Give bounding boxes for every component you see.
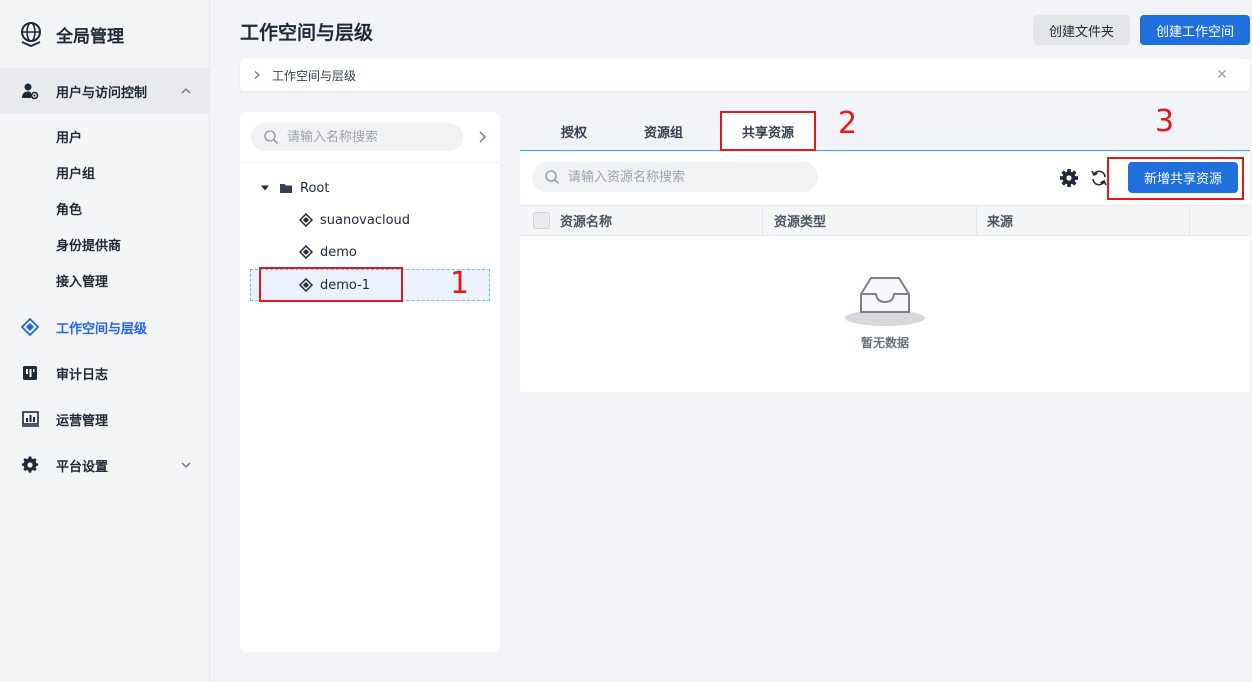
sidebar-title: 全局管理 [56,26,124,47]
tree-search-box[interactable] [251,123,463,151]
column-header-resource-name[interactable]: 资源名称 [560,206,612,235]
close-icon[interactable]: ✕ [1214,67,1230,83]
sidebar-item-label: 运营管理 [56,413,109,429]
create-workspace-button[interactable]: 创建工作空间 [1140,15,1250,45]
annotation-box [720,111,816,151]
sidebar-item-identity-providers[interactable]: 身份提供商 [0,226,209,262]
sidebar: 全局管理 用户与访问控制 用户 用户组 角色 身份提供商 接入管理 工作空间与层… [0,0,210,682]
empty-state-text: 暂无数据 [860,336,909,350]
tree-node-workspace[interactable]: suanovacloud [299,206,410,234]
caret-down-icon[interactable] [260,183,270,193]
annotation-number: 3 [1155,104,1175,139]
workspace-icon [299,245,313,259]
sidebar-item-platform-settings[interactable]: 平台设置 [0,442,209,488]
empty-state: 暂无数据 [840,272,930,351]
refresh-icon[interactable] [1089,168,1109,188]
annotation-number: 1 [450,266,470,301]
annotation-box [259,267,403,302]
create-folder-button[interactable]: 创建文件夹 [1033,15,1130,45]
column-divider [762,206,763,235]
annotation-box [1107,157,1244,200]
column-divider [976,206,977,235]
tab-resource-groups[interactable]: 资源组 [644,112,683,150]
tree-node-root[interactable]: Root [260,174,329,202]
tree-search-input[interactable] [287,129,457,145]
resource-search-box[interactable] [532,162,818,192]
sidebar-item-users[interactable]: 用户 [0,118,209,154]
breadcrumb-item[interactable]: 工作空间与层级 [272,67,356,84]
sidebar-sub-list: 用户 用户组 角色 身份提供商 接入管理 [0,114,209,304]
sidebar-item-roles[interactable]: 角色 [0,190,209,226]
sidebar-item-label: 工作空间与层级 [56,321,148,337]
sidebar-item-workspace[interactable]: 工作空间与层级 [0,304,209,350]
tab-authorization[interactable]: 授权 [561,112,587,150]
workspace-icon [299,213,313,227]
gear-icon[interactable] [1059,168,1079,188]
page-title: 工作空间与层级 [240,22,374,44]
user-gear-icon [20,81,40,101]
globe-logo-icon [21,22,41,47]
breadcrumb: 工作空间与层级 ✕ [240,59,1250,91]
operations-chart-icon [20,409,40,429]
empty-inbox-icon [845,277,925,326]
resource-search-input[interactable] [568,169,808,185]
sidebar-header: 全局管理 [0,0,209,68]
chevron-down-icon[interactable] [179,458,193,472]
divider [240,162,500,163]
tree-node-workspace[interactable]: demo [299,238,357,266]
chevron-right-icon [254,71,260,79]
tab-bar: 授权 资源组 共享资源 [520,112,1250,151]
tree-node-label: Root [300,180,330,196]
tree-node-label: suanovacloud [320,212,411,228]
sidebar-item-user-groups[interactable]: 用户组 [0,154,209,190]
workspace-icon [20,317,40,337]
sidebar-item-operations[interactable]: 运营管理 [0,396,209,442]
sidebar-item-label: 平台设置 [56,459,109,475]
column-divider [1189,206,1190,235]
table-header: 资源名称 资源类型 来源 [520,205,1250,236]
chevron-up-icon[interactable] [179,84,193,98]
folder-icon [280,184,292,193]
annotation-number: 2 [838,106,858,141]
tree-node-label: demo [320,244,357,260]
select-all-checkbox[interactable] [533,212,550,229]
sidebar-item-audit-log[interactable]: 审计日志 [0,350,209,396]
sidebar-group-access-control[interactable]: 用户与访问控制 [0,68,209,114]
sidebar-item-access-management[interactable]: 接入管理 [0,262,209,298]
search-icon [264,130,279,145]
column-header-resource-type[interactable]: 资源类型 [774,206,826,235]
column-header-source[interactable]: 来源 [987,206,1013,235]
expand-panel-chevron-icon[interactable] [474,129,490,145]
sidebar-item-label: 审计日志 [56,367,109,383]
gear-icon [20,455,40,475]
audit-log-icon [20,363,40,383]
workspace-tree-panel: Root suanovacloud demo demo-1 [240,112,500,652]
search-icon [545,170,560,185]
sidebar-group-label: 用户与访问控制 [56,85,148,101]
